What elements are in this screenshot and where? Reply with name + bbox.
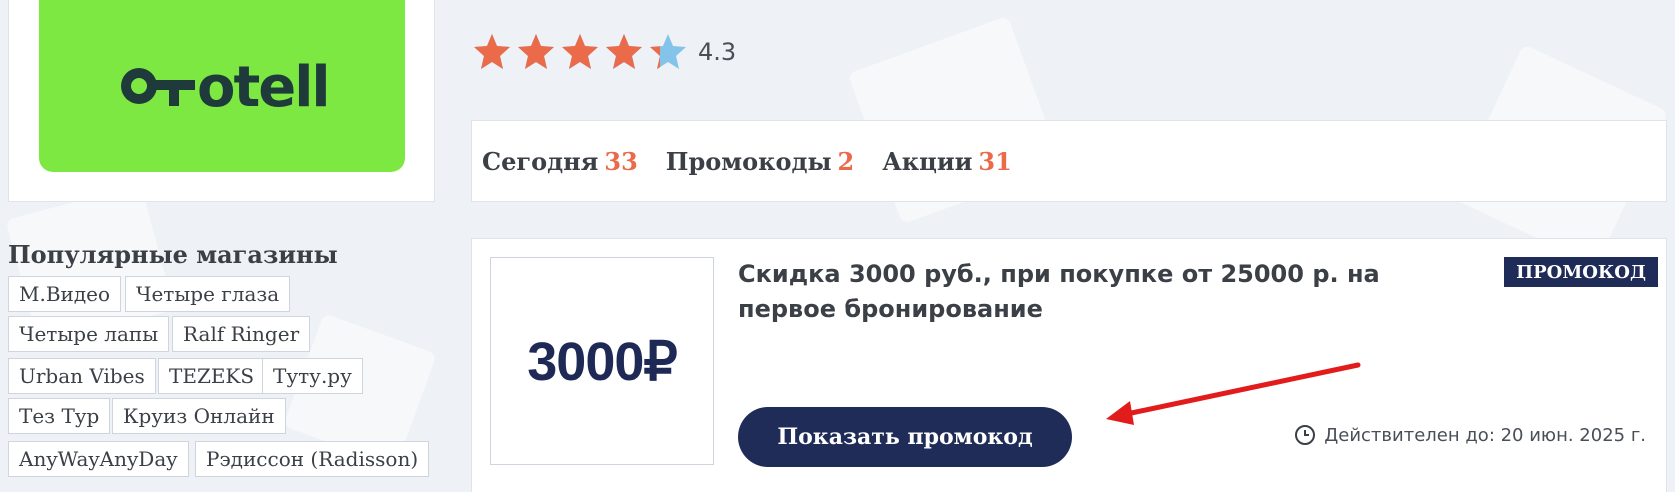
tab-label: Акции	[882, 146, 973, 176]
store-tag[interactable]: Четыре лапы	[8, 316, 170, 352]
star-icon	[650, 34, 686, 69]
valid-until-text: Действителен до: 20 июн. 2025 г.	[1324, 424, 1646, 446]
offer-card: 3000₽ Скидка 3000 руб., при покупке от 2…	[471, 238, 1667, 492]
red-arrow-annotation	[1106, 362, 1361, 425]
store-tag[interactable]: Ralf Ringer	[172, 316, 311, 352]
tab-count: 33	[604, 146, 638, 176]
tab-today[interactable]: Сегодня 33	[482, 147, 638, 176]
offer-value-box: 3000₽	[490, 257, 714, 465]
store-rating: 4.3	[472, 32, 736, 72]
show-promocode-button[interactable]: Показать промокод	[738, 407, 1072, 467]
tab-promocodes[interactable]: Промокоды 2	[666, 147, 854, 176]
tab-promotions[interactable]: Акции 31	[882, 147, 1012, 176]
star-icon	[562, 34, 598, 69]
store-tag[interactable]: AnyWayAnyDay	[8, 441, 189, 477]
offer-title[interactable]: Скидка 3000 руб., при покупке от 25000 р…	[738, 257, 1438, 327]
star-icon	[518, 34, 554, 69]
logo-text: otello	[197, 55, 327, 114]
offer-value: 3000₽	[527, 331, 677, 392]
offer-tabs: Сегодня 33 Промокоды 2 Акции 31	[471, 120, 1667, 202]
store-tag[interactable]: TEZEKS	[158, 358, 266, 394]
rating-stars	[472, 32, 688, 72]
popular-stores-title: Популярные магазины	[8, 240, 338, 269]
store-tag[interactable]: Рэдиссон (Radisson)	[195, 441, 430, 477]
star-icon	[606, 34, 642, 69]
rating-value: 4.3	[698, 38, 737, 66]
store-tag[interactable]: Круиз Онлайн	[112, 398, 286, 434]
store-logo-card: otello	[8, 0, 435, 202]
store-tag[interactable]: Тез Тур	[8, 398, 111, 434]
tab-count: 2	[837, 146, 855, 176]
store-tag[interactable]: Четыре глаза	[125, 276, 291, 312]
store-logo: otello	[39, 0, 405, 172]
store-tag[interactable]: Urban Vibes	[8, 358, 156, 394]
promocode-badge: ПРОМОКОД	[1504, 257, 1658, 287]
otello-logo: otello	[121, 55, 327, 114]
tab-count: 31	[978, 146, 1012, 176]
store-tag[interactable]: М.Видео	[8, 276, 122, 312]
store-tag[interactable]: Туту.ру	[262, 358, 363, 394]
tab-label: Промокоды	[665, 146, 832, 176]
star-icon	[474, 34, 510, 69]
tab-label: Сегодня	[482, 146, 599, 176]
